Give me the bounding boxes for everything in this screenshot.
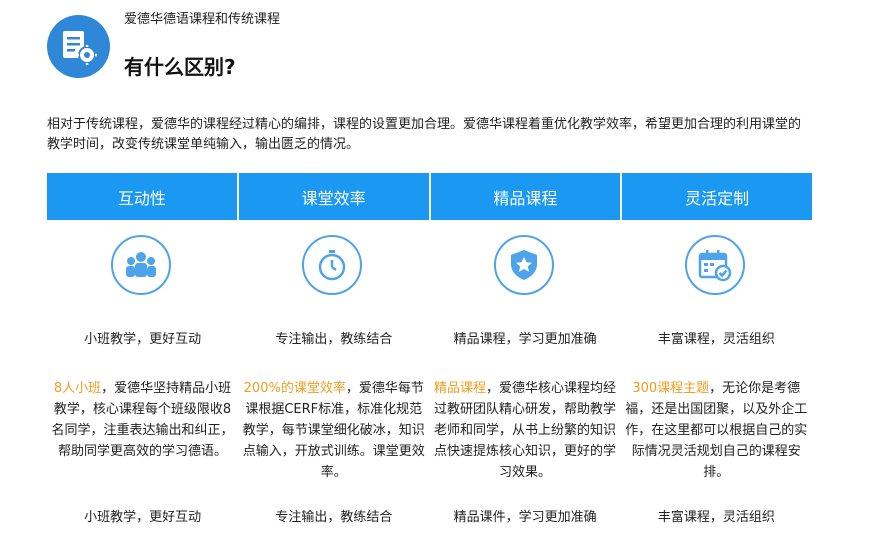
feature-description: 200%的课堂效率，爱德华每节课根据CERF标准，标准化规范教学，每节课堂细化破… [242,378,425,483]
feature-description: 300课程主题，无论你是考德福，还是出国团聚，以及外企工作，在这里都可以根据自己… [625,378,808,483]
feature-tagline: 丰富课程，灵活组织 [657,332,775,347]
header-subtitle: 爱德华德语课程和传统课程 [124,12,281,27]
feature-description: 精品课程，爱德华核心课程均经过教研团队精心研发，帮助教学老师和同学，从书上纷繁的… [434,378,617,483]
tab-custom[interactable]: 灵活定制 [622,173,812,220]
group-icon [111,235,171,295]
feature-column: 精品课程，学习更加准确 精品课程，爱德华核心课程均经过教研团队精心研发，帮助教学… [430,220,621,539]
feature-footer: 精品课件，学习更加准确 [453,510,597,525]
feature-tagline: 小班教学，更好互动 [84,332,202,347]
feature-footer: 小班教学，更好互动 [84,510,202,525]
feature-highlight: 200%的课堂效率 [243,381,346,396]
feature-footer: 专注输出，教练结合 [275,510,393,525]
feature-column: 丰富课程，灵活组织 300课程主题，无论你是考德福，还是出国团聚，以及外企工作，… [621,220,812,539]
feature-description: 8人小班，爱德华坚持精品小班教学，核心课程每个班级限收8名同学，注重表达输出和纠… [51,378,234,462]
calendar-check-icon [684,235,745,295]
tab-premium[interactable]: 精品课程 [430,173,623,220]
page-title: 有什么区别? [124,55,236,79]
feature-highlight: 精品课程 [433,381,486,396]
feature-tagline: 专注输出，教练结合 [275,332,393,347]
feature-column: 小班教学，更好互动 8人小班，爱德华坚持精品小班教学，核心课程每个班级限收8名同… [47,220,238,539]
tab-bar: 互动性 课堂效率 精品课程 灵活定制 [47,173,812,220]
tab-interactivity[interactable]: 互动性 [47,173,239,220]
stopwatch-icon [302,235,363,295]
document-gear-icon [63,31,97,65]
intro-text: 相对于传统课程，爱德华的课程经过精心的编排，课程的设置更加合理。爱德华课程着重优… [47,117,802,152]
star-shield-icon [493,235,554,295]
feature-column: 专注输出，教练结合 200%的课堂效率，爱德华每节课根据CERF标准，标准化规范… [238,220,429,539]
tab-efficiency[interactable]: 课堂效率 [238,173,431,220]
feature-highlight: 8人小班 [53,381,102,396]
feature-highlight: 300课程主题 [632,381,710,396]
feature-footer: 丰富课程，灵活组织 [657,510,775,525]
feature-columns: 小班教学，更好互动 8人小班，爱德华坚持精品小班教学，核心课程每个班级限收8名同… [47,220,812,539]
logo [47,15,110,78]
feature-tagline: 精品课程，学习更加准确 [453,332,597,347]
